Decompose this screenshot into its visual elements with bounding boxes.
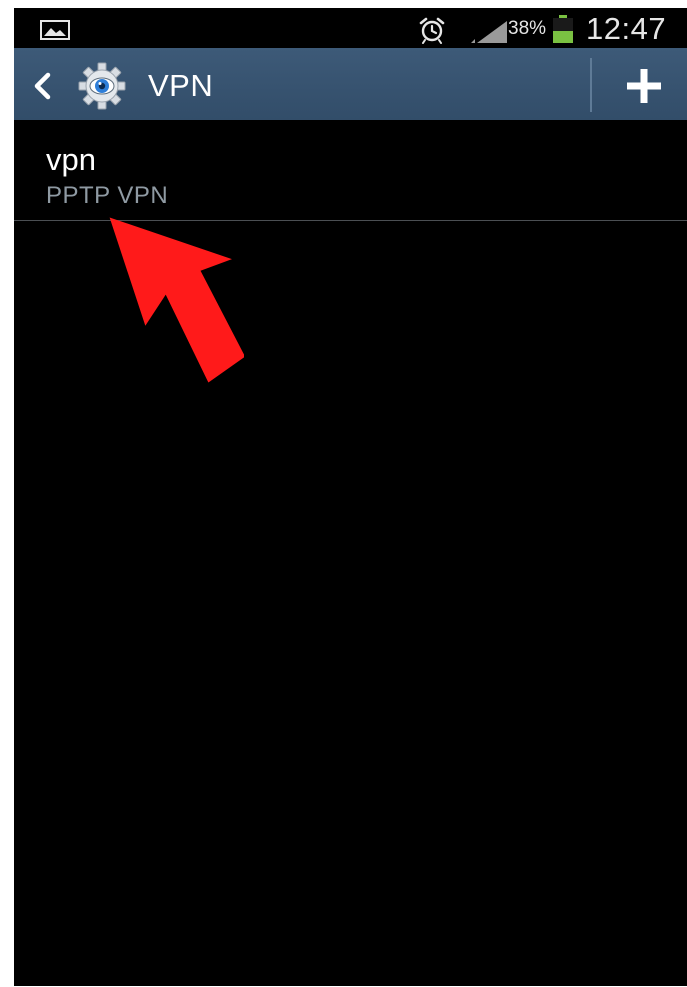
status-clock: 12:47 [586,11,667,46]
add-vpn-button[interactable] [614,60,674,110]
page-title: VPN [148,68,214,103]
back-button[interactable] [26,62,136,110]
action-divider [590,58,592,112]
action-bar: VPN [14,48,687,120]
phone-screen: 38% 12:47 VPN vpn PPTP VPN [14,8,687,986]
battery-icon [553,15,573,43]
vpn-name: vpn [46,142,96,177]
settings-icon [78,62,126,110]
red-arrow-icon [109,217,244,383]
gallery-icon[interactable] [40,20,70,40]
alarm-icon [419,17,445,44]
battery-percent: 38% [508,18,547,39]
vpn-list-item[interactable]: vpn PPTP VPN [14,120,687,222]
status-bar: 38% 12:47 [14,8,687,48]
signal-icon [471,21,507,43]
plus-icon [627,69,661,103]
chevron-left-icon [34,72,51,100]
vpn-type: PPTP VPN [46,182,169,209]
